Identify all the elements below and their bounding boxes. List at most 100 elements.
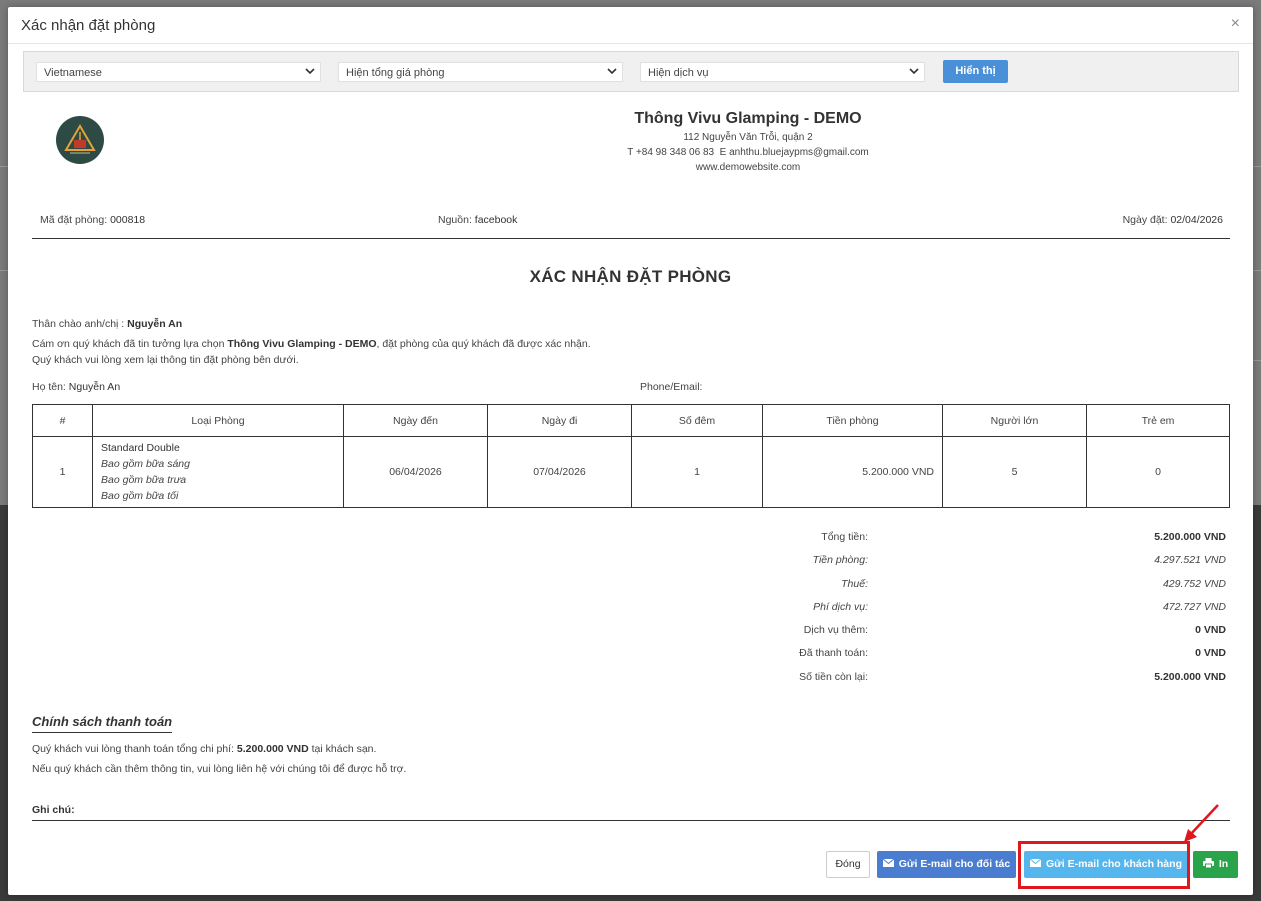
guest-name: Họ tên: Nguyễn An bbox=[32, 381, 120, 393]
hotel-logo bbox=[56, 116, 104, 164]
column-header: Tiền phòng bbox=[762, 404, 943, 437]
balance-label: Số tiền còn lại: bbox=[799, 671, 868, 683]
thanks-after: , đặt phòng của quý khách đã được xác nh… bbox=[376, 338, 591, 350]
policy-text: Quý khách vui lòng thanh toán tổng chi p… bbox=[32, 743, 234, 755]
booking-source-label: Nguồn: bbox=[438, 214, 472, 226]
print-icon bbox=[1202, 858, 1214, 869]
service-display-select[interactable]: Hiện dịch vụ bbox=[640, 62, 925, 82]
policy-text: tại khách sạn. bbox=[311, 743, 377, 755]
service-display-select-value: Hiện dịch vụ bbox=[648, 67, 709, 79]
column-header: Người lớn bbox=[942, 404, 1087, 437]
policy-amount: 5.200.000 VND bbox=[236, 743, 309, 755]
adults: 5 bbox=[942, 436, 1087, 508]
booking-confirmation-modal: Xác nhận đặt phòng × Vietnamese Hiện tổn… bbox=[8, 7, 1253, 895]
close-button[interactable]: Đóng bbox=[826, 851, 870, 878]
language-select[interactable]: Vietnamese bbox=[36, 62, 321, 82]
rooms-table: # Loại Phòng Ngày đến Ngày đi Số đêm Tiề… bbox=[32, 404, 1230, 508]
booking-code-value: 000818 bbox=[110, 214, 146, 226]
paid-label: Đã thanh toán: bbox=[799, 647, 868, 659]
guest-contact-label: Phone/Email: bbox=[640, 381, 703, 393]
room-charge-label: Tiền phòng: bbox=[812, 554, 868, 566]
language-select-value: Vietnamese bbox=[44, 67, 102, 79]
red-arrow-annotation bbox=[1184, 804, 1219, 842]
guest-name-value: Nguyễn An bbox=[68, 381, 121, 393]
room-price: 5.200.000 VND bbox=[762, 436, 943, 508]
show-button[interactable]: Hiển thị bbox=[943, 60, 1008, 83]
thanks-before: Cám ơn quý khách đã tin tưởng lựa chọn bbox=[32, 338, 225, 350]
room-inclusion: Bao gồm bữa sáng bbox=[101, 458, 190, 470]
total-row: Tổng tiền: 5.200.000 VND bbox=[708, 531, 1226, 551]
filter-bar: Vietnamese Hiện tổng giá phòng Hiện dịch… bbox=[23, 51, 1239, 92]
arrival-date: 06/04/2026 bbox=[343, 436, 488, 508]
annotation-highlight-box bbox=[1018, 841, 1190, 889]
row-index: 1 bbox=[32, 436, 93, 508]
modal-header: Xác nhận đặt phòng × bbox=[8, 7, 1253, 44]
extra-service-value: 0 VND bbox=[1195, 624, 1226, 636]
tax-label: Thuế: bbox=[841, 578, 868, 590]
column-header: Số đêm bbox=[631, 404, 763, 437]
booking-date-label: Ngày đặt: bbox=[1122, 214, 1168, 226]
total-value: 5.200.000 VND bbox=[1154, 531, 1226, 543]
nights: 1 bbox=[631, 436, 763, 508]
departure-date: 07/04/2026 bbox=[487, 436, 632, 508]
envelope-icon bbox=[882, 859, 894, 868]
phone-prefix: T bbox=[627, 147, 634, 158]
hotel-email: anhthu.bluejaypms@gmail.com bbox=[729, 147, 869, 158]
price-display-select[interactable]: Hiện tổng giá phòng bbox=[338, 62, 623, 82]
service-fee-value: 472.727 VND bbox=[1162, 601, 1226, 613]
payment-policy-contact: Nếu quý khách cần thêm thông tin, vui lò… bbox=[32, 763, 407, 775]
service-fee-row: Phí dịch vụ: 472.727 VND bbox=[708, 601, 1226, 621]
room-inclusion: Bao gồm bữa tối bbox=[101, 490, 179, 502]
print-button[interactable]: In bbox=[1193, 851, 1238, 878]
room-type: Standard Double bbox=[101, 442, 180, 454]
balance-value: 5.200.000 VND bbox=[1154, 671, 1226, 683]
room-charge-row: Tiền phòng: 4.297.521 VND bbox=[708, 554, 1226, 574]
backdrop-line bbox=[1253, 166, 1261, 167]
tax-value: 429.752 VND bbox=[1162, 578, 1226, 590]
payment-policy-line: Quý khách vui lòng thanh toán tổng chi p… bbox=[32, 743, 376, 755]
backdrop-line bbox=[1253, 270, 1261, 271]
room-type-cell: Standard Double Bao gồm bữa sáng Bao gồm… bbox=[92, 436, 344, 508]
column-header: Loại Phòng bbox=[92, 404, 344, 437]
backdrop-line bbox=[0, 270, 8, 271]
payment-policy-title: Chính sách thanh toán bbox=[32, 714, 173, 733]
extra-service-label: Dịch vụ thêm: bbox=[803, 624, 868, 636]
greeting-name: Nguyễn An bbox=[127, 318, 183, 330]
chevron-down-icon bbox=[607, 68, 617, 75]
note-label: Ghi chú: bbox=[32, 804, 75, 816]
table-row: 1 Standard Double Bao gồm bữa sáng Bao g… bbox=[32, 436, 1230, 508]
paid-row: Đã thanh toán: 0 VND bbox=[708, 647, 1226, 667]
document-title: XÁC NHẬN ĐẶT PHÒNG bbox=[529, 267, 732, 286]
booking-date-value: 02/04/2026 bbox=[1170, 214, 1223, 226]
modal-title: Xác nhận đặt phòng bbox=[21, 17, 156, 34]
greeting: Thân chào anh/chị : Nguyễn An bbox=[32, 318, 182, 330]
backdrop-line bbox=[0, 166, 8, 167]
hotel-contact: T +84 98 348 06 83 E anhthu.bluejaypms@g… bbox=[498, 147, 998, 158]
price-display-select-value: Hiện tổng giá phòng bbox=[346, 67, 445, 79]
greeting-prefix: Thân chào anh/chị : bbox=[32, 318, 125, 330]
extra-service-row: Dịch vụ thêm: 0 VND bbox=[708, 624, 1226, 644]
hotel-website: www.demowebsite.com bbox=[695, 162, 801, 173]
print-label: In bbox=[1218, 858, 1229, 870]
column-header: # bbox=[32, 404, 93, 437]
column-header: Ngày đi bbox=[487, 404, 632, 437]
close-icon[interactable]: × bbox=[1231, 15, 1240, 33]
hotel-phone: +84 98 348 06 83 bbox=[635, 147, 715, 158]
chevron-down-icon bbox=[305, 68, 315, 75]
divider bbox=[32, 238, 1230, 239]
guest-contact: Phone/Email: bbox=[640, 381, 702, 393]
hotel-address: 112 Nguyễn Văn Trỗi, quận 2 bbox=[683, 132, 813, 143]
hotel-info: Thông Vivu Glamping - DEMO 112 Nguyễn Vă… bbox=[498, 110, 998, 173]
email-partner-label: Gửi E-mail cho đối tác bbox=[898, 858, 1011, 870]
chevron-down-icon bbox=[909, 68, 919, 75]
table-header-row: # Loại Phòng Ngày đến Ngày đi Số đêm Tiề… bbox=[32, 404, 1230, 437]
divider bbox=[32, 820, 1230, 821]
guest-name-label: Họ tên: bbox=[32, 381, 66, 393]
hotel-name: Thông Vivu Glamping - DEMO bbox=[634, 110, 862, 127]
tax-row: Thuế: 429.752 VND bbox=[708, 578, 1226, 598]
email-prefix: E bbox=[719, 147, 727, 158]
email-partner-button[interactable]: Gửi E-mail cho đối tác bbox=[877, 851, 1016, 878]
total-label: Tổng tiền: bbox=[821, 531, 868, 543]
paid-value: 0 VND bbox=[1195, 647, 1226, 659]
thanks-hotel: Thông Vivu Glamping - DEMO bbox=[227, 338, 377, 350]
